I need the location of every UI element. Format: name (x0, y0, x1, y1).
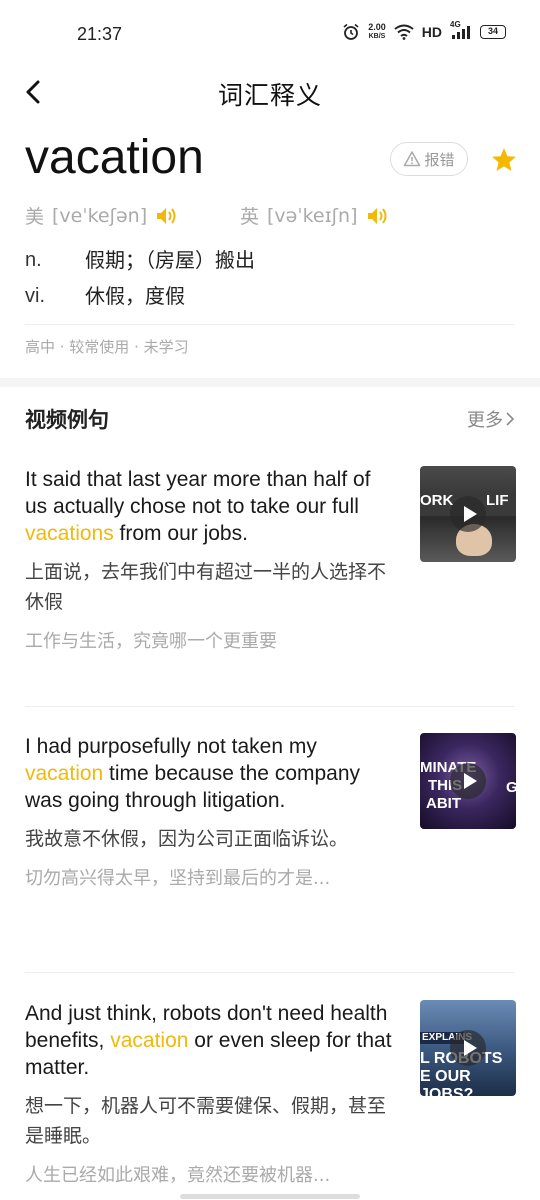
more-link[interactable]: 更多 (467, 406, 515, 432)
divider (25, 706, 515, 707)
page-title: 词汇释义 (217, 81, 322, 110)
network-label: HD (421, 24, 442, 40)
phonetic-uk-ipa: [vəˈkeɪʃn] (267, 204, 358, 227)
video-examples-header: 视频例句 更多 (25, 404, 515, 444)
example-sentence-en: I had purposefully not taken my vacation… (25, 735, 361, 812)
battery-icon: 34 (480, 25, 506, 39)
video-thumbnail[interactable]: EXPLAINS L ROBOTS E OUR JOBS? (420, 1000, 516, 1096)
example-sentence-cn: 上面说，去年我们中有超过一半的人选择不休假 (25, 561, 387, 613)
section-title: 视频例句 (25, 408, 109, 432)
warning-icon (404, 151, 421, 167)
definition-text: 休假，度假 (85, 284, 185, 308)
section-separator (0, 378, 540, 387)
part-of-speech: n. (25, 249, 42, 271)
alarm-icon (343, 23, 359, 40)
status-icons: 2.00 KB/S HD 4G 34 (342, 20, 506, 41)
signal-icon: 4G (450, 20, 472, 40)
play-icon (450, 496, 486, 532)
phonetic-us-ipa: [veˈkeʃən] (52, 204, 148, 227)
video-example[interactable]: I had purposefully not taken my vacation… (25, 733, 516, 894)
divider (25, 972, 515, 973)
definition-text: 假期；（房屋）搬出 (85, 248, 255, 272)
play-icon (450, 763, 486, 799)
example-sentence-cn: 想一下，机器人可不需要健保、假期，甚至是睡眠。 (25, 1095, 387, 1147)
video-thumbnail[interactable]: MINATE THIS ABIT G (420, 733, 516, 829)
wifi-icon (394, 24, 414, 40)
home-indicator[interactable] (180, 1194, 360, 1199)
word-tags: 高中 · 较常使用 · 未学习 (25, 338, 189, 356)
play-icon (450, 1030, 486, 1066)
word-section: vacation 报错 美 [veˈkeʃən] 英 [vəˈkeɪʃn] n.… (25, 128, 518, 356)
part-of-speech: vi. (25, 285, 45, 307)
phonetic-us-label: 美 (25, 206, 45, 228)
phonetic-us[interactable]: 美 [veˈkeʃən] (25, 202, 181, 229)
speaker-icon[interactable] (155, 205, 181, 227)
phonetics: 美 [veˈkeʃən] 英 [vəˈkeɪʃn] (25, 202, 515, 232)
highlighted-word: vacations (25, 522, 114, 545)
phonetic-uk-label: 英 (240, 206, 260, 228)
example-source: 人生已经如此艰难，竟然还要被机器... (25, 1165, 331, 1186)
status-time: 21:37 (77, 24, 123, 44)
phonetic-uk[interactable]: 英 [vəˈkeɪʃn] (240, 202, 392, 229)
example-sentence-cn: 我故意不休假，因为公司正面临诉讼。 (25, 828, 349, 850)
video-thumbnail[interactable]: ORK LIF (420, 466, 516, 562)
example-source: 切勿高兴得太早，坚持到最后的才是... (25, 868, 331, 889)
highlighted-word: vacation (25, 762, 104, 785)
video-example[interactable]: And just think, robots don't need health… (25, 1000, 516, 1191)
report-label: 报错 (424, 150, 455, 169)
net-speed: 2.00 KB/S (368, 22, 386, 41)
chevron-right-icon (506, 412, 515, 426)
example-sentence-en: And just think, robots don't need health… (25, 1002, 392, 1079)
nav-bar: 词汇释义 (0, 70, 540, 114)
highlighted-word: vacation (110, 1029, 189, 1052)
definitions: n. 假期；（房屋）搬出 vi. 休假，度假 (25, 242, 515, 314)
more-label: 更多 (467, 410, 503, 431)
star-icon (492, 148, 516, 171)
favorite-button[interactable] (490, 146, 518, 174)
divider (25, 324, 515, 325)
speaker-icon[interactable] (366, 205, 392, 227)
report-error-button[interactable]: 报错 (390, 142, 468, 176)
example-sentence-en: It said that last year more than half of… (25, 468, 371, 545)
definition-row: vi. 休假，度假 (25, 278, 515, 314)
status-bar: 21:37 2.00 KB/S HD 4G 34 (0, 0, 540, 70)
video-example[interactable]: It said that last year more than half of… (25, 466, 516, 657)
example-source: 工作与生活，究竟哪一个更重要 (25, 631, 277, 652)
definition-row: n. 假期；（房屋）搬出 (25, 242, 515, 278)
